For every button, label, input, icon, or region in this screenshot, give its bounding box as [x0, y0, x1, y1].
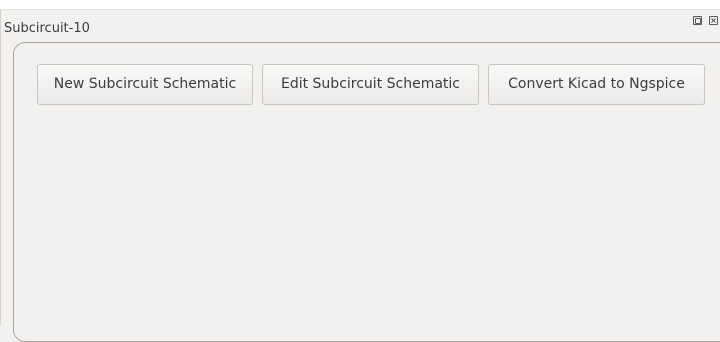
- edit-subcircuit-schematic-button[interactable]: Edit Subcircuit Schematic: [262, 64, 479, 105]
- convert-kicad-to-ngspice-button[interactable]: Convert Kicad to Ngspice: [488, 64, 705, 105]
- dock-title-bar[interactable]: Subcircuit-10: [0, 10, 720, 44]
- float-icon[interactable]: [693, 16, 702, 25]
- dock-title: Subcircuit-10: [4, 21, 90, 36]
- window-top-edge: [0, 0, 720, 10]
- close-icon[interactable]: ×: [709, 16, 718, 25]
- subcircuit-dock-window: Subcircuit-10 × New Subcircuit Schematic…: [0, 0, 720, 342]
- window-left-edge: [0, 10, 1, 325]
- new-subcircuit-schematic-button[interactable]: New Subcircuit Schematic: [37, 64, 253, 105]
